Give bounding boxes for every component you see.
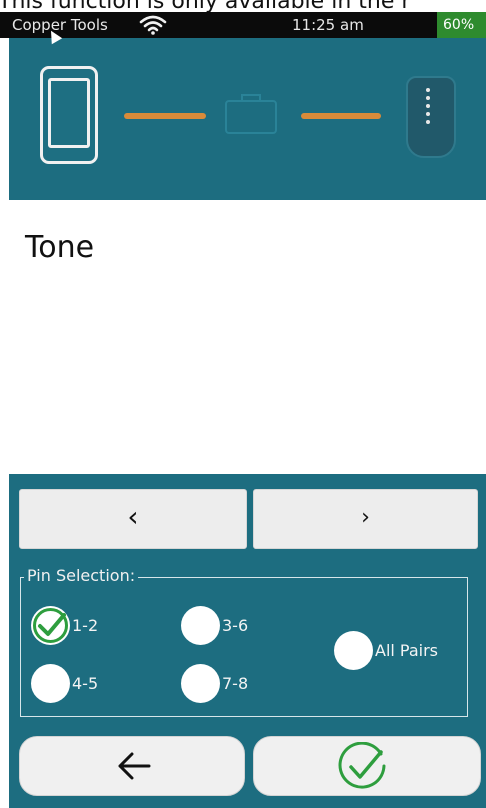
radio-unchecked-icon[interactable] xyxy=(181,664,220,703)
pin-option-label: 1-2 xyxy=(72,616,99,635)
app-name: Copper Tools xyxy=(12,16,108,34)
link-line-left xyxy=(124,113,206,119)
clock: 11:25 am xyxy=(292,16,364,34)
pin-option-label: 3-6 xyxy=(222,616,249,635)
battery-indicator: 60% xyxy=(437,12,486,38)
pin-option-1-2[interactable]: 1-2 xyxy=(31,606,98,645)
arrow-left-icon xyxy=(118,752,151,780)
pin-option-label: 4-5 xyxy=(72,674,99,693)
remote-unit-icon xyxy=(406,76,456,158)
pin-option-all-pairs[interactable]: All Pairs xyxy=(334,631,438,670)
phone-screen xyxy=(48,78,90,148)
wifi-icon xyxy=(139,15,167,35)
check-circle-icon xyxy=(338,742,386,789)
pin-option-3-6[interactable]: 3-6 xyxy=(181,606,248,645)
radio-unchecked-icon[interactable] xyxy=(31,664,70,703)
status-bar: Copper Tools 11:25 am 60% xyxy=(0,12,486,38)
pin-option-label: All Pairs xyxy=(375,641,439,660)
previous-button[interactable]: ‹ xyxy=(19,489,247,549)
pin-option-7-8[interactable]: 7-8 xyxy=(181,664,248,703)
remote-led-dots xyxy=(426,88,430,128)
next-button[interactable]: › xyxy=(253,489,478,549)
page-title: Tone xyxy=(25,230,95,265)
rj45-connector-icon xyxy=(225,94,277,134)
pin-selection-legend: Pin Selection: xyxy=(24,566,139,585)
radio-checked-icon[interactable] xyxy=(31,606,70,645)
result-panel: Tone xyxy=(9,200,486,474)
radio-unchecked-icon[interactable] xyxy=(181,606,220,645)
tester-phone-icon xyxy=(40,66,98,164)
radio-unchecked-icon[interactable] xyxy=(334,631,373,670)
confirm-button[interactable] xyxy=(253,736,481,796)
back-button[interactable] xyxy=(19,736,245,796)
link-line-right xyxy=(301,113,381,119)
pin-option-4-5[interactable]: 4-5 xyxy=(31,664,98,703)
pin-option-label: 7-8 xyxy=(222,674,249,693)
